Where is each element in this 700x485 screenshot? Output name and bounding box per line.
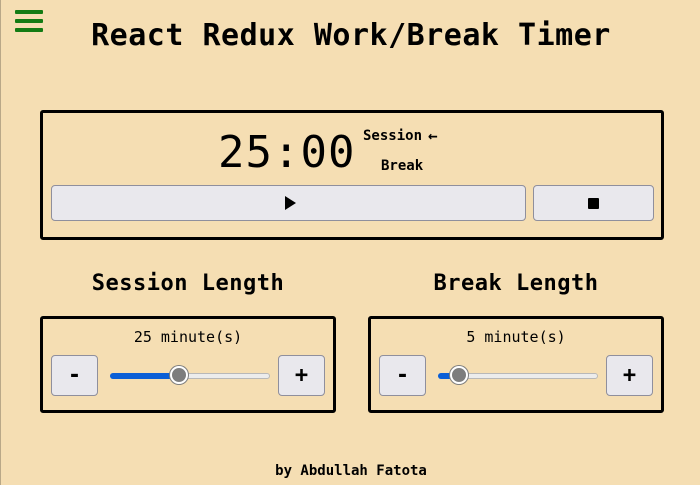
mode-session: Session ← [363, 126, 438, 145]
mode-session-label: Session [363, 127, 423, 144]
footer-credit: by Abdullah Fatota [275, 463, 427, 479]
play-icon [284, 196, 296, 210]
slider-fill [110, 373, 179, 379]
break-length-panel: 5 minute(s) - + [368, 316, 664, 413]
break-increment-button[interactable]: + [606, 355, 653, 396]
timer-panel: 25:00 Session ← Break [40, 110, 664, 240]
break-minutes: 5 minute(s) [466, 328, 566, 346]
play-button[interactable] [51, 185, 526, 221]
session-minutes: 25 minute(s) [133, 328, 243, 346]
session-length-panel: 25 minute(s) - + [40, 316, 336, 413]
session-length-label: Session Length [91, 271, 285, 296]
session-slider[interactable] [110, 366, 270, 384]
arrow-left-icon: ← [428, 126, 438, 145]
stop-button[interactable] [533, 185, 654, 221]
page-title: React Redux Work/Break Timer [91, 18, 611, 53]
stop-icon [588, 197, 599, 209]
session-decrement-button[interactable]: - [51, 355, 98, 396]
break-slider[interactable] [438, 366, 598, 384]
mode-break: Break [381, 158, 423, 174]
break-length-label: Break Length [433, 271, 599, 296]
menu-bar [15, 10, 43, 14]
slider-thumb[interactable] [449, 366, 468, 384]
session-increment-button[interactable]: + [278, 355, 325, 396]
break-decrement-button[interactable]: - [379, 355, 426, 396]
mode-break-label: Break [381, 158, 424, 174]
slider-thumb[interactable] [169, 366, 188, 384]
timer-display: 25:00 [218, 127, 356, 178]
